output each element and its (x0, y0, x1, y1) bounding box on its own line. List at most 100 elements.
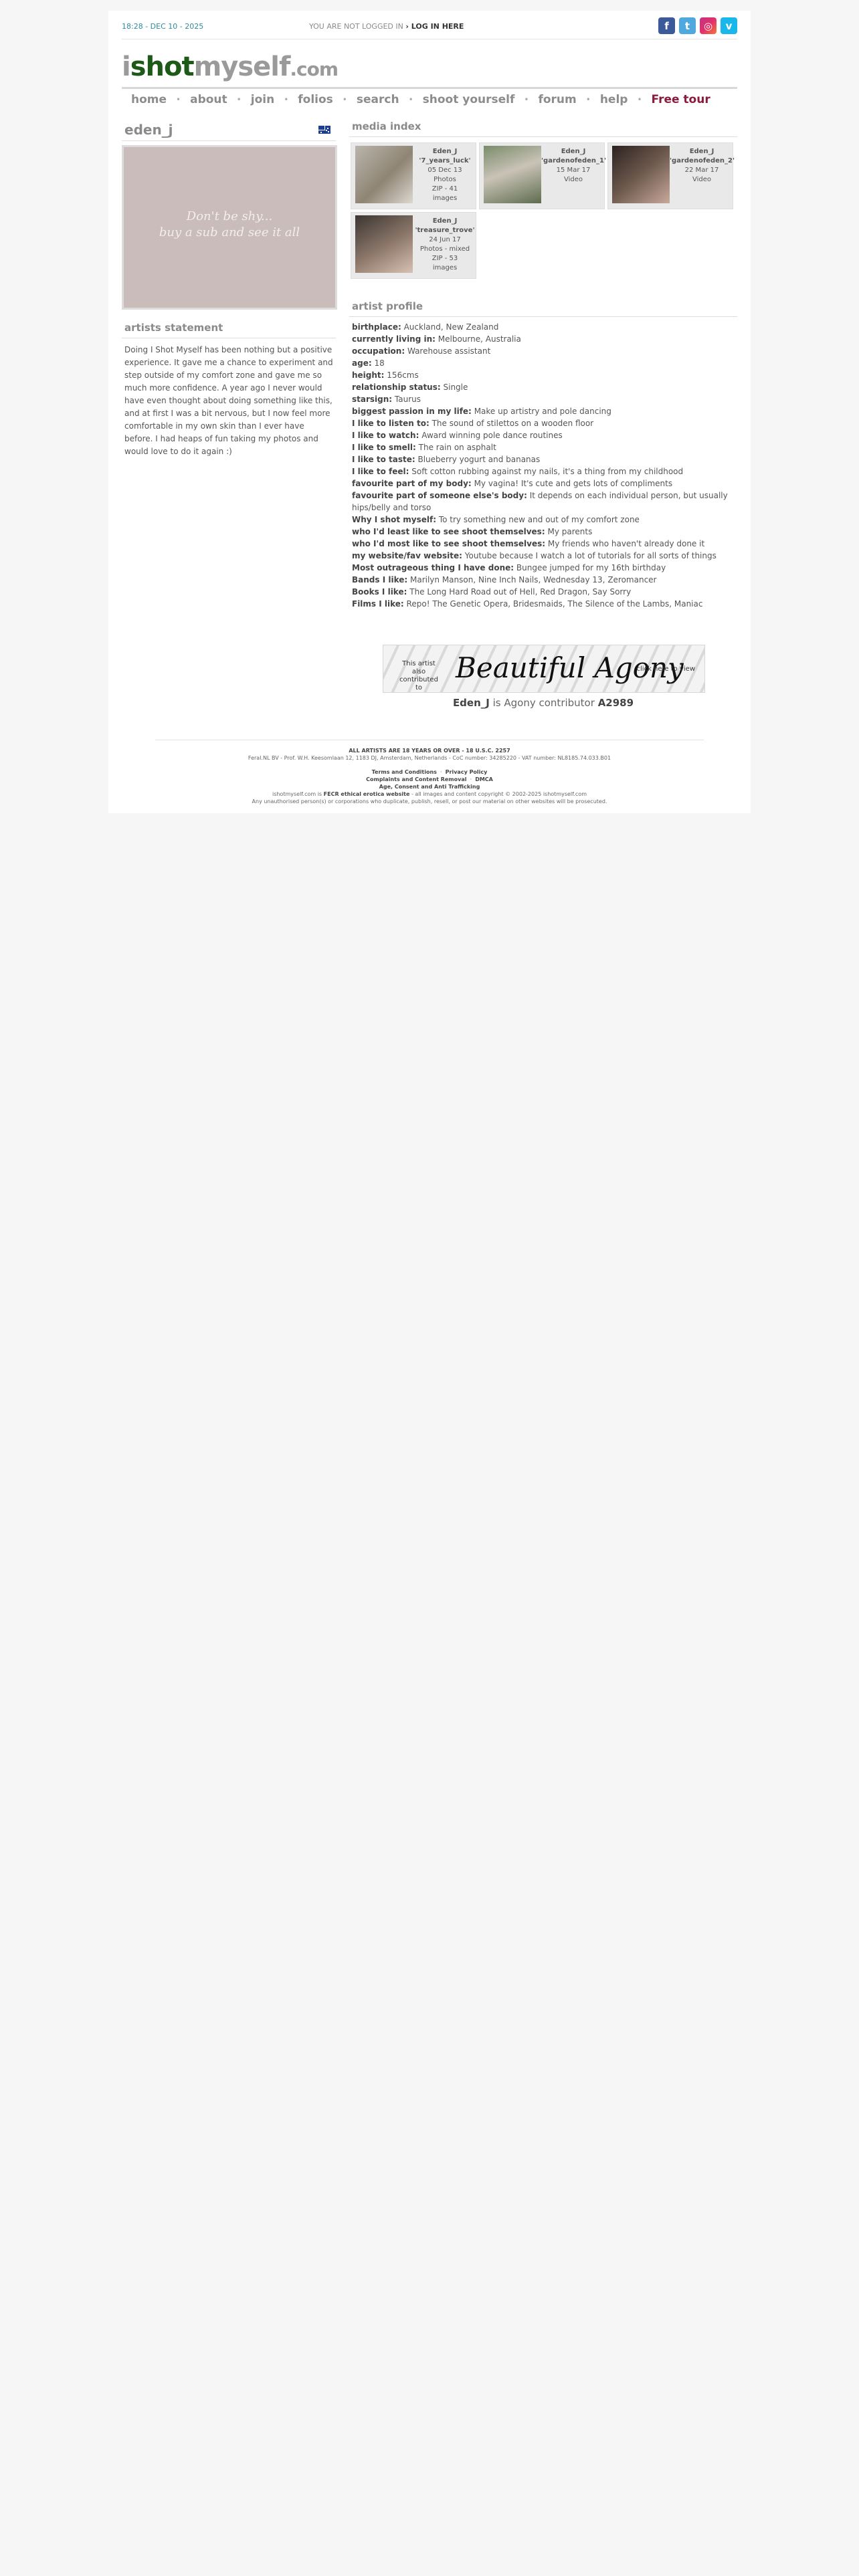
profile-label: Most outrageous thing I have done: (352, 563, 514, 572)
media-grid: Eden_J '7_years_luck' 05 Dec 13 Photos Z… (351, 142, 737, 279)
login-link[interactable]: › LOG IN HERE (405, 22, 464, 31)
profile-row: Books I like: The Long Hard Road out of … (352, 586, 735, 598)
profile-value: The sound of stilettos on a wooden floor (432, 419, 594, 428)
media-thumbnail[interactable] (612, 146, 670, 203)
profile-value: My vagina! It's cute and gets lots of co… (474, 479, 673, 488)
vimeo-icon[interactable]: v (721, 17, 737, 34)
media-info: Eden_J 'gardenofeden_2' 22 Mar 17 Video (670, 148, 735, 183)
profile-row: biggest passion in my life: Make up arti… (352, 405, 735, 417)
media-item[interactable]: Eden_J 'treasure_trove' 24 Jun 17 Photos… (351, 212, 476, 279)
profile-label: currently living in: (352, 334, 436, 344)
profile-label: I like to feel: (352, 467, 409, 476)
profile-row: I like to feel: Soft cotton rubbing agai… (352, 465, 735, 477)
profile-label: I like to watch: (352, 431, 419, 440)
media-thumbnail[interactable] (355, 146, 413, 203)
footer-terms-link[interactable]: Terms and Conditions (372, 769, 437, 775)
media-thumbnail[interactable] (484, 146, 541, 203)
nav-separator: • (524, 95, 529, 104)
footer: ALL ARTISTS ARE 18 YEARS OR OVER - 18 U.… (108, 740, 751, 805)
profile-value: Award winning pole dance routines (421, 431, 563, 440)
profile-label: I like to taste: (352, 455, 415, 464)
profile-value: The Long Hard Road out of Hell, Red Drag… (409, 587, 632, 597)
instagram-icon[interactable]: ◎ (700, 17, 717, 34)
statement-title: artists statement (122, 319, 336, 338)
profile-label: birthplace: (352, 322, 401, 332)
profile-row: age: 18 (352, 357, 735, 369)
profile-label: favourite part of someone else's body: (352, 491, 527, 500)
nav-home[interactable]: home (131, 93, 167, 106)
nav-free-tour[interactable]: Free tour (652, 93, 710, 106)
contributor-text: is Agony contributor (492, 697, 595, 709)
profile-label: I like to smell: (352, 443, 416, 452)
footer-age-consent-link[interactable]: Age, Consent and Anti Trafficking (379, 784, 480, 790)
profile-label: Why I shot myself: (352, 515, 437, 524)
profile-label: occupation: (352, 346, 405, 356)
profile-value: Taurus (394, 395, 421, 404)
footer-dmca-link[interactable]: DMCA (475, 776, 493, 782)
profile-label: Books I like: (352, 587, 407, 597)
nav-separator: • (637, 95, 642, 104)
subscribe-promo[interactable]: Don't be shy... buy a sub and see it all (122, 145, 337, 310)
profile-row: relationship status: Single (352, 381, 735, 393)
artist-name: eden_j (124, 122, 173, 138)
artist-profile: artist profile birthplace: Auckland, New… (349, 298, 737, 614)
profile-row: who I'd least like to see shoot themselv… (352, 526, 735, 538)
footer-legal: Any unauthorised person(s) or corporatio… (252, 798, 607, 804)
profile-value: Auckland, New Zealand (403, 322, 499, 332)
profile-title: artist profile (349, 298, 737, 317)
right-column: media index Eden_J '7_years_luck' 05 Dec… (349, 118, 737, 709)
profile-value: Repo! The Genetic Opera, Bridesmaids, Th… (406, 599, 703, 609)
promo-text: Don't be shy... buy a sub and see it all (159, 209, 300, 239)
contributor-name: Eden_J (452, 697, 490, 709)
profile-row: Why I shot myself: To try something new … (352, 514, 735, 526)
nav-help[interactable]: help (600, 93, 628, 106)
profile-value: Single (443, 383, 468, 392)
profile-row: Films I like: Repo! The Genetic Opera, B… (352, 598, 735, 610)
profile-label: relationship status: (352, 383, 441, 392)
nav-separator: • (585, 95, 591, 104)
media-thumbnail[interactable] (355, 215, 413, 273)
nav-search[interactable]: search (357, 93, 399, 106)
profile-label: Films I like: (352, 599, 404, 609)
media-item[interactable]: Eden_J 'gardenofeden_2' 22 Mar 17 Video (607, 142, 735, 209)
profile-row: favourite part of someone else's body: I… (352, 490, 735, 514)
nav-folios[interactable]: folios (298, 93, 333, 106)
profile-list: birthplace: Auckland, New Zealand current… (349, 317, 737, 614)
nav-forum[interactable]: forum (538, 93, 576, 106)
profile-value: Soft cotton rubbing against my nails, it… (411, 467, 684, 476)
profile-value: Marilyn Manson, Nine Inch Nails, Wednesd… (410, 575, 657, 584)
nav-about[interactable]: about (190, 93, 227, 106)
nav-join[interactable]: join (251, 93, 274, 106)
nav-separator: • (408, 95, 413, 104)
profile-row: I like to smell: The rain on asphalt (352, 441, 735, 453)
site-logo[interactable]: ishotmyself.com (122, 53, 339, 80)
nav-separator: • (236, 95, 242, 104)
profile-row: currently living in: Melbourne, Australi… (352, 333, 735, 345)
media-item[interactable]: Eden_J '7_years_luck' 05 Dec 13 Photos Z… (351, 142, 476, 209)
profile-value: Melbourne, Australia (438, 334, 521, 344)
left-column: eden_j Don't be shy... buy a sub and see… (122, 118, 337, 463)
media-item[interactable]: Eden_J 'gardenofeden_1' 15 Mar 17 Video (479, 142, 607, 209)
page-container: 18:28 - DEC 10 - 2025 YOU ARE NOT LOGGED… (108, 11, 751, 813)
footer-company: Feral.NL BV - Prof. W.H. Keesomlaan 12, … (248, 755, 611, 761)
profile-label: I like to listen to: (352, 419, 430, 428)
nav-separator: • (342, 95, 347, 104)
profile-row: favourite part of my body: My vagina! It… (352, 477, 735, 490)
media-info: Eden_J 'gardenofeden_1' 15 Mar 17 Video (541, 148, 607, 183)
footer-privacy-link[interactable]: Privacy Policy (446, 769, 488, 775)
top-bar: 18:28 - DEC 10 - 2025 YOU ARE NOT LOGGED… (122, 16, 737, 39)
profile-label: who I'd least like to see shoot themselv… (352, 527, 545, 536)
profile-label: my website/fav website: (352, 551, 462, 560)
banner-cta[interactable]: click here to view (637, 665, 695, 673)
profile-label: starsign: (352, 395, 393, 404)
nav-shoot-yourself[interactable]: shoot yourself (423, 93, 515, 106)
profile-label: age: (352, 358, 372, 368)
beautiful-agony-banner[interactable]: This artist also contributed to Beautifu… (383, 645, 705, 693)
profile-row: starsign: Taurus (352, 393, 735, 405)
profile-row: Most outrageous thing I have done: Bunge… (352, 562, 735, 574)
footer-complaints-link[interactable]: Complaints and Content Removal (366, 776, 466, 782)
contributor-id: A2989 (597, 697, 634, 709)
profile-label: biggest passion in my life: (352, 407, 472, 416)
facebook-icon[interactable]: f (658, 17, 675, 34)
twitter-icon[interactable]: t (679, 17, 696, 34)
